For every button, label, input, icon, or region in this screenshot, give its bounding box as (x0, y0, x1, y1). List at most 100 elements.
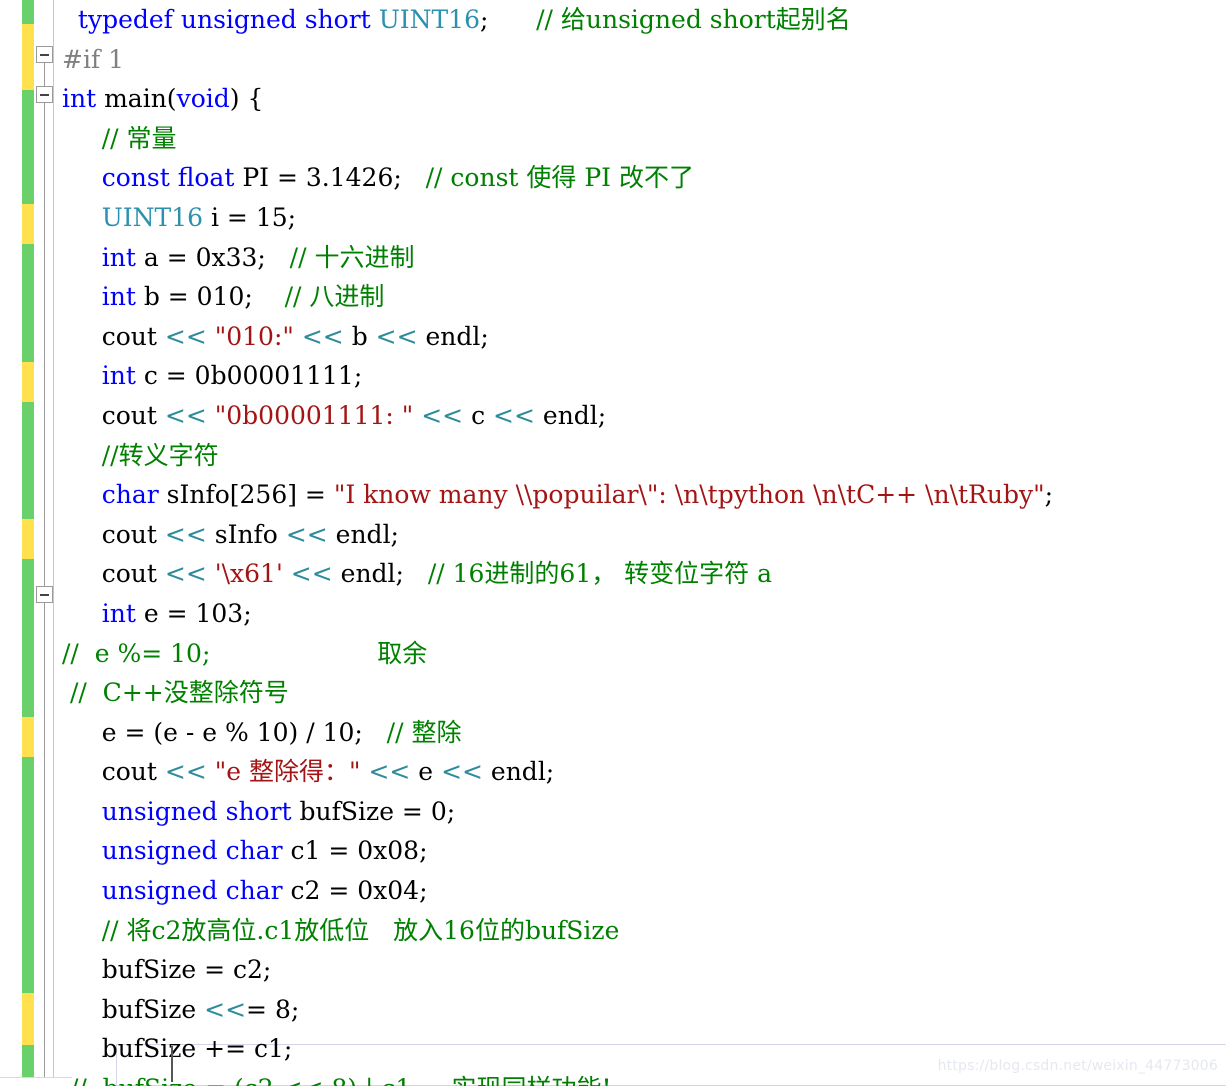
code-token-op: << (421, 400, 464, 430)
code-token-op: << (164, 321, 207, 351)
code-token-kw: int (101, 242, 136, 272)
code-token-pln (62, 282, 102, 311)
code-token-pln: ; (1044, 480, 1054, 510)
code-token-pln: endl; (327, 519, 399, 549)
code-line[interactable]: cout << "010:" << b << endl; (54, 317, 1226, 357)
code-token-pln (207, 401, 215, 430)
code-token-pln: endl; (482, 757, 555, 787)
code-token-kw: const float (101, 163, 235, 193)
code-line[interactable]: cout << "0b00001111: " << c << endl; (54, 396, 1226, 436)
code-token-pln: c2 = 0x04; (282, 876, 428, 906)
code-line[interactable]: unsigned char c2 = 0x04; (54, 871, 1226, 911)
code-token-kw: unsigned char (101, 836, 283, 866)
code-token-pln: bufSize += c1; (62, 1034, 293, 1064)
code-token-pln: bufSize (62, 994, 205, 1024)
code-token-pln: endl; (534, 400, 607, 430)
code-line[interactable]: int c = 0b00001111; (54, 356, 1226, 396)
code-line[interactable]: cout << sInfo << endl; (54, 515, 1226, 555)
code-line[interactable]: int a = 0x33; // 十六进制 (54, 238, 1226, 278)
code-line[interactable]: cout << '\x61' << endl; // 16进制的61， 转变位字… (54, 554, 1226, 594)
code-line[interactable]: e = (e - e % 10) / 10; // 整除 (54, 713, 1226, 753)
code-token-pln (62, 203, 102, 232)
code-editor[interactable]: typedef unsigned short UINT16; // 给unsig… (0, 0, 1226, 1086)
code-token-kw: int (101, 361, 136, 391)
code-token-pln (62, 361, 102, 390)
code-line[interactable]: UINT16 i = 15; (54, 198, 1226, 238)
text-caret (171, 1046, 173, 1082)
code-line[interactable]: int b = 010; // 八进制 (54, 277, 1226, 317)
code-token-pln (62, 441, 102, 470)
code-line[interactable]: // e %= 10; 取余 (54, 634, 1226, 674)
code-token-pln (207, 757, 215, 786)
code-text-area[interactable]: typedef unsigned short UINT16; // 给unsig… (54, 0, 1226, 1086)
code-token-pln: cout (62, 519, 165, 549)
editor-gutter[interactable] (0, 0, 54, 1086)
change-bar-added (22, 402, 34, 519)
code-token-cmt: // C++没整除符号 (62, 678, 289, 708)
code-token-type: UINT16 (101, 202, 204, 232)
change-bar-added (22, 559, 34, 717)
code-token-op: << (301, 321, 344, 351)
code-line[interactable]: int e = 103; (54, 594, 1226, 634)
code-token-cmt: //转义字符 (101, 440, 219, 470)
code-line[interactable]: typedef unsigned short UINT16; // 给unsig… (54, 0, 1226, 40)
code-token-op: << (493, 400, 535, 430)
code-token-pln: i = 15; (203, 202, 297, 232)
code-token-cmt: // 给unsigned short起别名 (536, 5, 851, 34)
code-token-pln: PI = 3.1426; (234, 163, 426, 193)
fold-collapse-icon[interactable] (36, 86, 53, 103)
code-line[interactable]: int main(void) { (54, 79, 1226, 119)
code-token-kw: int (62, 84, 97, 114)
code-token-op: << (285, 519, 328, 549)
code-line[interactable]: cout << "e 整除得：" << e << endl; (54, 752, 1226, 792)
code-token-pln: ; (480, 5, 537, 34)
code-line[interactable]: // 常量 (54, 119, 1226, 159)
code-line[interactable]: // C++没整除符号 (54, 673, 1226, 713)
code-token-pln (62, 836, 102, 865)
code-token-pln (62, 480, 102, 509)
code-token-pln: e = (e - e % 10) / 10; (62, 717, 387, 747)
code-token-pln: a = 0x33; (135, 242, 290, 272)
fold-collapse-icon[interactable] (36, 46, 53, 63)
code-token-pln: b (343, 321, 376, 351)
code-token-op: << (368, 757, 411, 787)
code-token-str: "010:" (214, 321, 294, 351)
fold-guide-line (44, 603, 45, 1086)
code-token-pln: sInfo (206, 519, 286, 549)
code-lines-container[interactable]: typedef unsigned short UINT16; // 给unsig… (54, 0, 1226, 1086)
code-token-kw: char (101, 480, 159, 510)
watermark-text: https://blog.csdn.net/weixin_44773006 (937, 1058, 1218, 1074)
gutter-bottom-strip (0, 1077, 72, 1086)
code-token-pln: endl; (332, 559, 428, 589)
code-line[interactable]: //转义字符 (54, 436, 1226, 476)
code-token-pln: main( (96, 84, 177, 114)
code-folding-column[interactable] (36, 0, 54, 1086)
code-token-cmt: // 16进制的61， 转变位字符 a (427, 559, 773, 589)
code-token-pln: bufSize = 0; (291, 796, 456, 826)
code-line[interactable]: bufSize <<= 8; (54, 990, 1226, 1030)
code-line[interactable]: unsigned short bufSize = 0; (54, 792, 1226, 832)
code-token-op: << (441, 757, 483, 787)
code-line[interactable]: #if 1 (54, 40, 1226, 80)
code-token-op: << (290, 559, 333, 589)
fold-collapse-icon[interactable] (36, 586, 53, 603)
code-token-cmt: // e %= 10; 取余 (62, 638, 428, 668)
code-line[interactable]: char sInfo[256] = "I know many \\popuila… (54, 475, 1226, 515)
code-token-pln: cout (62, 400, 165, 430)
code-token-pln: e (410, 757, 442, 787)
code-line[interactable]: // 将c2放高位.c1放低位 放入16位的bufSize (54, 911, 1226, 951)
code-token-pln (294, 322, 302, 351)
change-bar-modified (22, 24, 34, 90)
code-token-pln: endl; (417, 321, 489, 351)
code-token-pln: ) { (229, 84, 264, 114)
code-line[interactable]: bufSize = c2; (54, 950, 1226, 990)
code-line[interactable]: unsigned char c1 = 0x08; (54, 831, 1226, 871)
code-token-op: << (164, 519, 207, 549)
code-token-pln (207, 322, 215, 351)
code-line[interactable]: const float PI = 3.1426; // const 使得 PI … (54, 158, 1226, 198)
code-token-pln (207, 559, 215, 588)
code-token-kw: unsigned char (101, 876, 283, 906)
fold-guide-line (44, 103, 45, 593)
code-token-kw: unsigned short (101, 796, 292, 826)
code-token-pln: b = 010; (135, 282, 285, 312)
